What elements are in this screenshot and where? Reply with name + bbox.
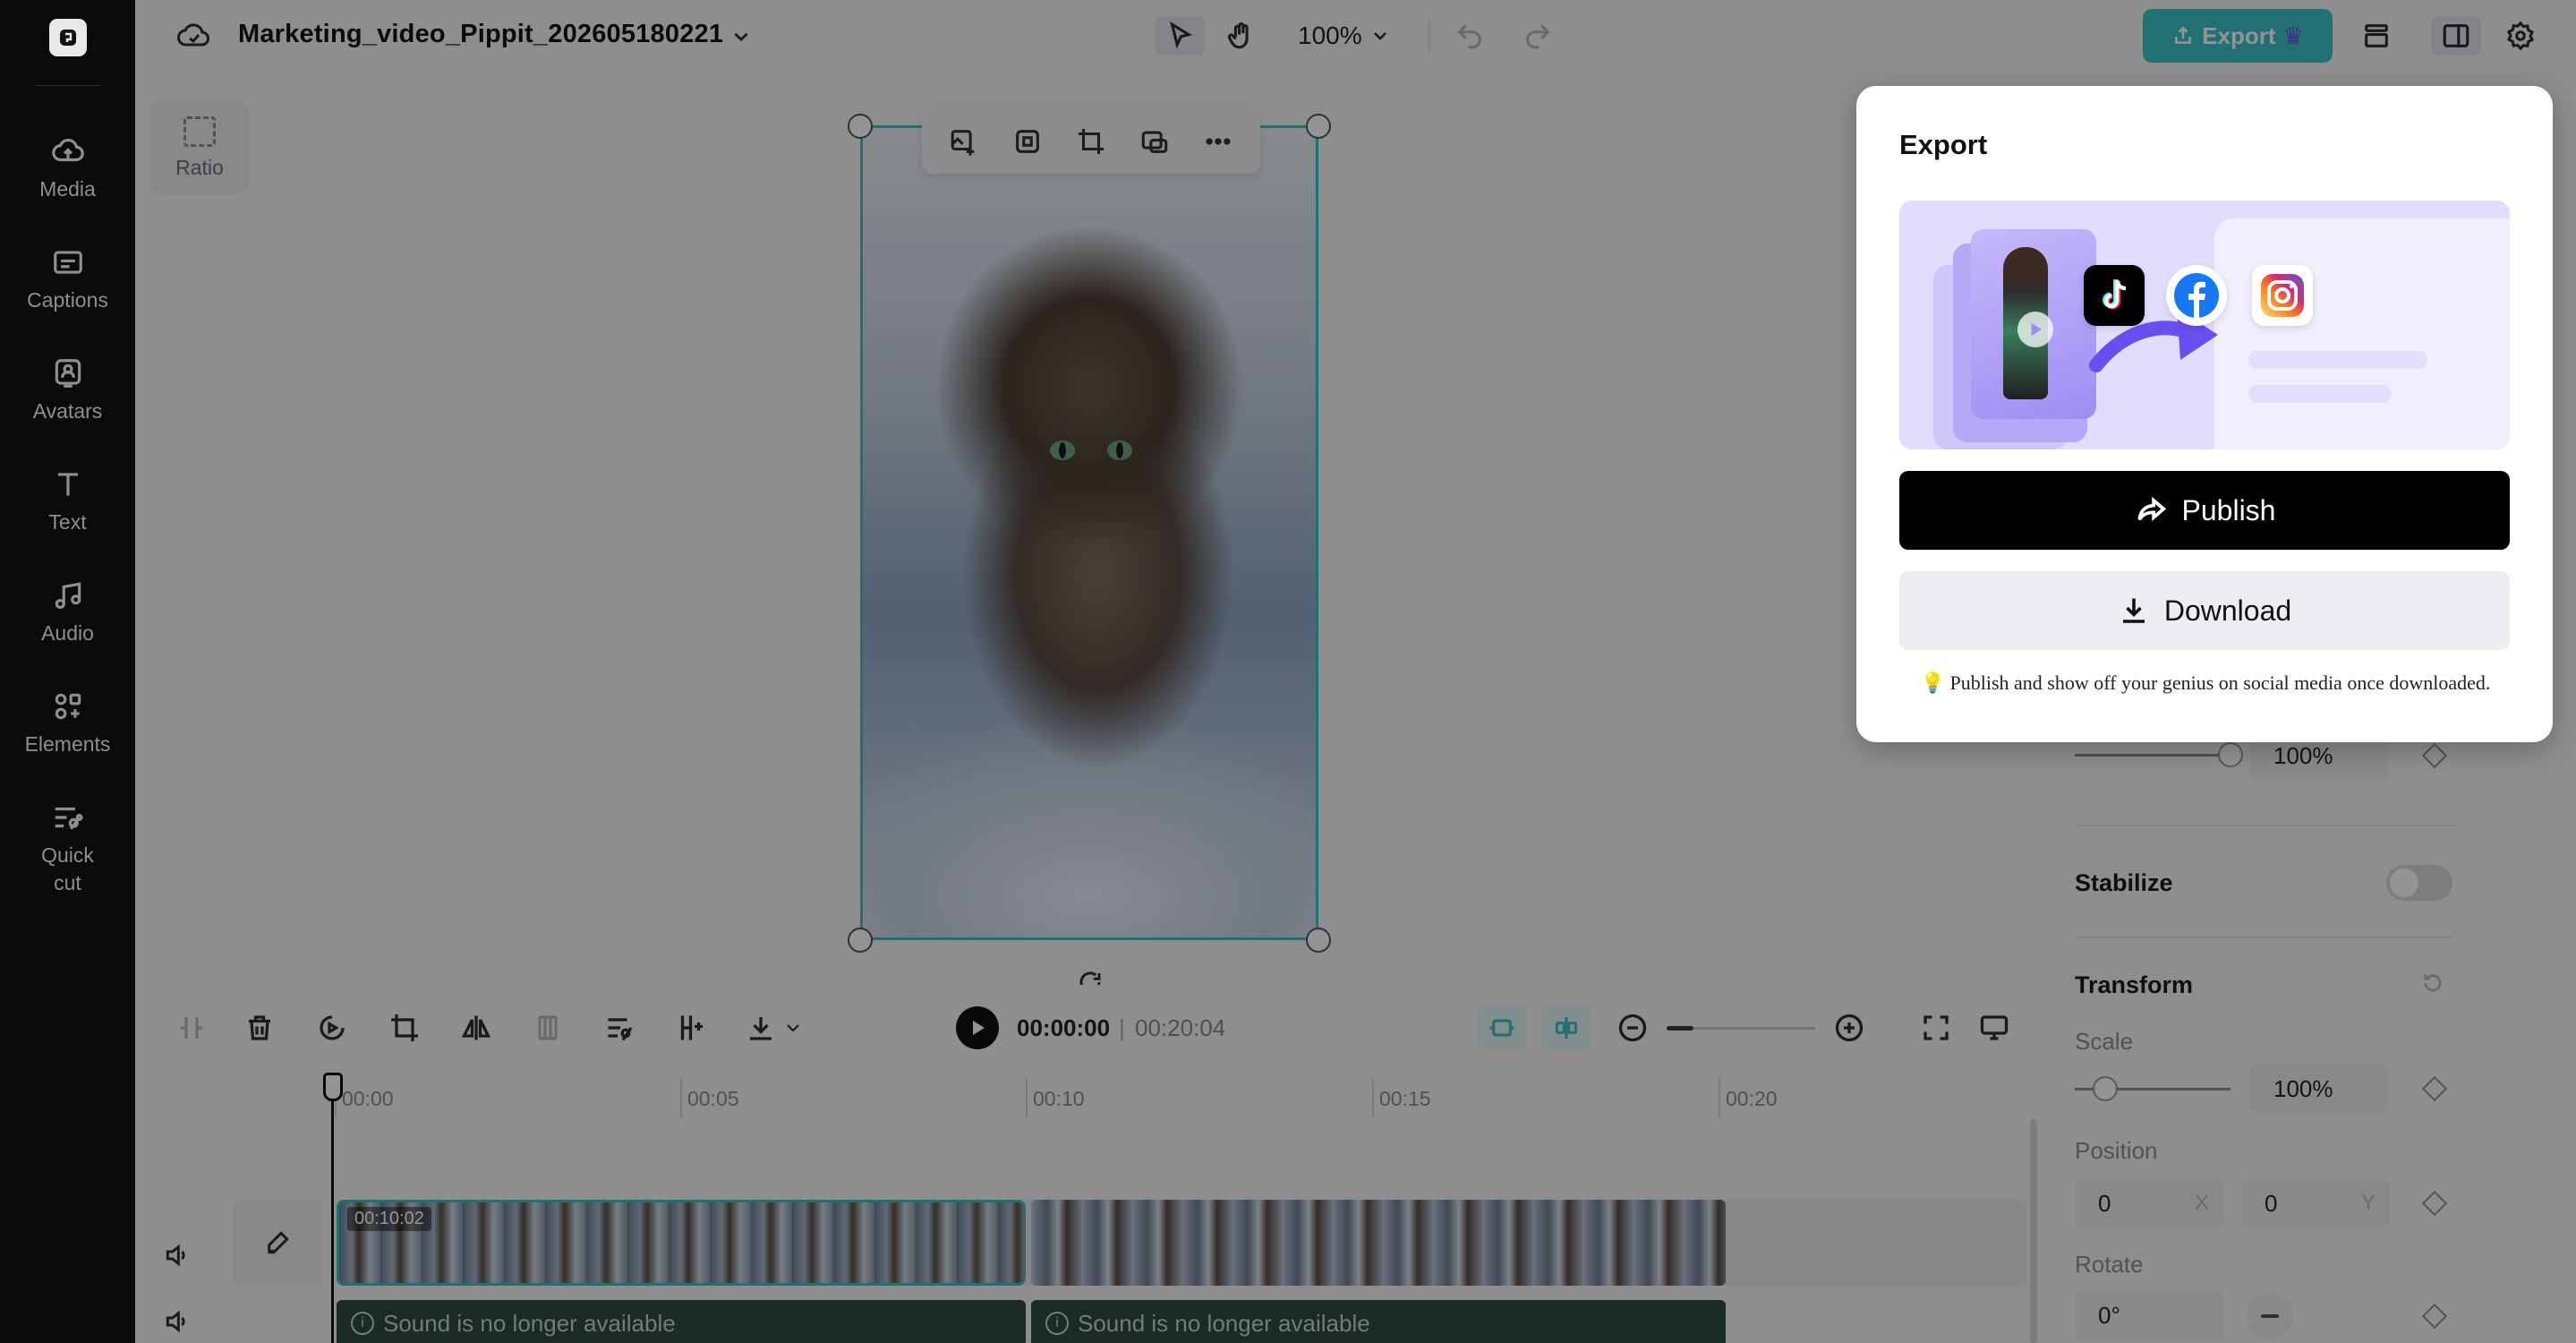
publish-button-label: Publish	[2181, 493, 2276, 526]
illustration-video-card	[1971, 229, 2096, 419]
download-icon	[2122, 598, 2145, 623]
sidebar-item-elements[interactable]: Elements	[0, 689, 135, 758]
sidebar-item-label: Media	[39, 177, 96, 201]
music-note-icon	[55, 582, 81, 610]
sidebar-item-audio[interactable]: Audio	[0, 578, 135, 647]
cloud-upload-icon	[51, 138, 84, 162]
sidebar-item-label: Elements	[24, 732, 111, 756]
sidebar-item-captions[interactable]: Captions	[0, 245, 135, 314]
illustration-panel	[2214, 218, 2510, 449]
avatar-icon	[55, 359, 81, 388]
sidebar-item-quick-cut[interactable]: Quick cut	[0, 800, 135, 897]
export-modal: Export Publish Download 💡 Publish and sh…	[1856, 86, 2553, 742]
instagram-icon	[2252, 265, 2313, 326]
sidebar-item-label: Audio	[41, 621, 94, 645]
download-button[interactable]: Download	[1899, 571, 2510, 650]
sidebar-item-label: Text	[48, 510, 87, 534]
illustration-placeholder-bar	[2248, 385, 2392, 403]
play-icon	[2017, 312, 2053, 347]
quick-cut-icon	[55, 807, 83, 830]
export-tip: 💡 Publish and show off your genius on so…	[1920, 672, 2491, 694]
export-illustration	[1899, 201, 2510, 449]
logo-divider	[36, 85, 100, 86]
download-button-label: Download	[2163, 594, 2292, 627]
publish-button[interactable]: Publish	[1899, 471, 2510, 550]
sidebar-item-media[interactable]: Media	[0, 134, 135, 203]
sidebar-item-label: Avatars	[32, 399, 103, 423]
facebook-icon	[2166, 265, 2227, 326]
share-icon	[2137, 496, 2166, 522]
tiktok-icon	[2084, 265, 2145, 326]
illustration-placeholder-bar	[2248, 351, 2427, 369]
text-icon	[57, 473, 78, 496]
export-modal-title: Export	[1899, 129, 1988, 160]
left-sidebar: Media Captions Avatars Text Audio Elemen…	[0, 0, 135, 1343]
pippit-logo[interactable]	[49, 19, 87, 56]
elements-icon	[55, 693, 81, 720]
sidebar-item-label: Captions	[27, 288, 108, 312]
sidebar-item-text[interactable]: Text	[0, 467, 135, 536]
sidebar-item-avatars[interactable]: Avatars	[0, 356, 135, 425]
captions-icon	[53, 251, 82, 274]
sidebar-item-label: Quick cut	[41, 843, 94, 894]
